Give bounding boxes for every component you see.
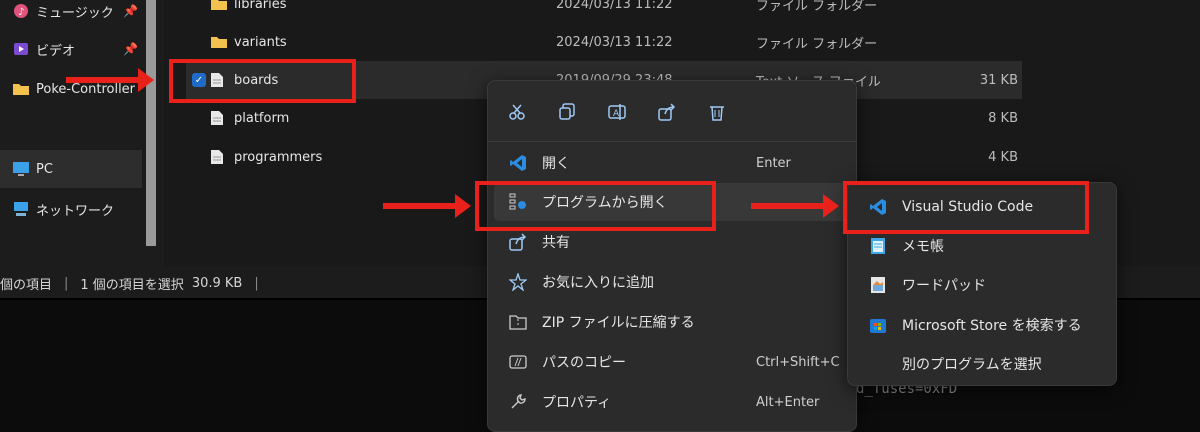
- submenu-item-store[interactable]: Microsoft Store を検索する: [854, 306, 1112, 344]
- wordpad-icon: [868, 275, 888, 295]
- wrench-icon: [508, 392, 528, 412]
- nav-item-label: ビデオ: [36, 43, 76, 59]
- menu-item-label: 共有: [542, 235, 570, 251]
- nav-item-music[interactable]: ♪ ミュージック 📌: [0, 0, 142, 30]
- annotation-highlight-boards: [169, 59, 356, 103]
- menu-item-copy-path[interactable]: パスのコピー Ctrl+Shift+C: [494, 343, 850, 381]
- menu-item-zip[interactable]: ZIP ファイルに圧縮する: [494, 303, 850, 341]
- vscode-icon: [508, 153, 528, 173]
- menu-item-label: 開く: [542, 156, 570, 172]
- annotation-arrow: [66, 68, 154, 92]
- file-name: libraries: [234, 0, 287, 12]
- annotation-arrow: [751, 194, 839, 218]
- nav-item-pc[interactable]: PC: [0, 150, 142, 188]
- menu-item-label: プロパティ: [542, 395, 612, 411]
- nav-item-label: PC: [36, 161, 53, 177]
- nav-item-label: ネットワーク: [36, 203, 115, 219]
- file-icon: [210, 149, 226, 165]
- annotation-highlight-open-with: [475, 181, 716, 231]
- star-icon: [508, 272, 528, 292]
- folder-icon: [210, 34, 227, 50]
- pin-icon: 📌: [123, 42, 138, 56]
- submenu-item-label: ワードパッド: [902, 278, 986, 294]
- file-name: variants: [234, 34, 287, 50]
- file-size: 31 KB: [979, 72, 1018, 88]
- notepad-icon: [868, 236, 888, 256]
- share-icon[interactable]: [654, 99, 680, 125]
- file-row[interactable]: libraries 2024/03/13 11:22 ファイル フォルダー: [186, 0, 1022, 23]
- menu-item-label: ZIP ファイルに圧縮する: [542, 315, 695, 331]
- file-icon: [210, 110, 226, 126]
- status-item-count: 個の項目: [0, 277, 53, 293]
- nav-scrollbar[interactable]: [146, 0, 156, 246]
- context-menu: A 開く Enter プログラムから開く › 共有 お気に入りに追加 ZIP フ…: [487, 80, 857, 432]
- status-size: 30.9 KB: [191, 275, 243, 291]
- file-name: programmers: [234, 149, 323, 165]
- file-type: ファイル フォルダー: [756, 36, 878, 52]
- submenu-item-label: メモ帳: [902, 239, 944, 255]
- file-type: ファイル フォルダー: [756, 0, 878, 14]
- network-icon: [12, 200, 30, 218]
- cut-icon[interactable]: [504, 99, 530, 125]
- rename-icon[interactable]: A: [604, 99, 630, 125]
- menu-item-shortcut: Ctrl+Shift+C: [756, 354, 840, 370]
- nav-item-poke-controller[interactable]: Poke-Controller: [0, 70, 142, 108]
- menu-item-properties[interactable]: プロパティ Alt+Enter: [494, 383, 850, 421]
- annotation-highlight-vscode: [843, 181, 1089, 234]
- file-size: 8 KB: [988, 110, 1018, 126]
- submenu-item-label: 別のプログラムを選択: [902, 357, 1042, 373]
- submenu-item-label: Microsoft Store を検索する: [902, 318, 1082, 334]
- file-date: 2024/03/13 11:22: [556, 0, 673, 12]
- music-icon: ♪: [12, 2, 30, 20]
- file-date: 2024/03/13 11:22: [556, 34, 673, 50]
- status-selected: 1 個の項目を選択: [80, 277, 184, 293]
- delete-icon[interactable]: [704, 99, 730, 125]
- nav-item-label: Poke-Controller: [36, 81, 136, 97]
- nav-item-label: ミュージック: [36, 5, 114, 21]
- pc-icon: [12, 160, 30, 178]
- submenu-item-choose-other[interactable]: 別のプログラムを選択: [854, 345, 1112, 383]
- video-icon: [12, 40, 30, 58]
- pin-icon: 📌: [123, 4, 138, 18]
- annotation-arrow: [383, 194, 471, 218]
- folder-icon: [210, 0, 227, 12]
- share-icon: [508, 232, 528, 252]
- file-size: 4 KB: [988, 149, 1018, 165]
- svg-text:A: A: [613, 109, 620, 119]
- nav-item-video[interactable]: ビデオ 📌: [0, 30, 142, 68]
- store-icon: [868, 315, 888, 335]
- folder-icon: [12, 80, 30, 98]
- copy-icon[interactable]: [554, 99, 580, 125]
- nav-item-network[interactable]: ネットワーク: [0, 190, 142, 228]
- zip-icon: [508, 312, 528, 332]
- menu-item-label: パスのコピー: [542, 355, 626, 371]
- menu-item-add-favorite[interactable]: お気に入りに追加: [494, 263, 850, 301]
- copy-path-icon: [508, 352, 528, 372]
- file-row[interactable]: variants 2024/03/13 11:22 ファイル フォルダー: [186, 23, 1022, 61]
- menu-item-shortcut: Enter: [756, 155, 791, 171]
- submenu-item-wordpad[interactable]: ワードパッド: [854, 266, 1112, 304]
- navigation-pane: ♪ ミュージック 📌 ビデオ 📌 Poke-Controller PC ネットワ…: [0, 0, 160, 266]
- svg-text:♪: ♪: [18, 7, 24, 18]
- menu-item-shortcut: Alt+Enter: [756, 394, 820, 410]
- menu-item-label: お気に入りに追加: [542, 275, 654, 291]
- file-name: platform: [234, 110, 290, 126]
- menu-item-open[interactable]: 開く Enter: [494, 144, 850, 182]
- menu-separator: [488, 141, 856, 142]
